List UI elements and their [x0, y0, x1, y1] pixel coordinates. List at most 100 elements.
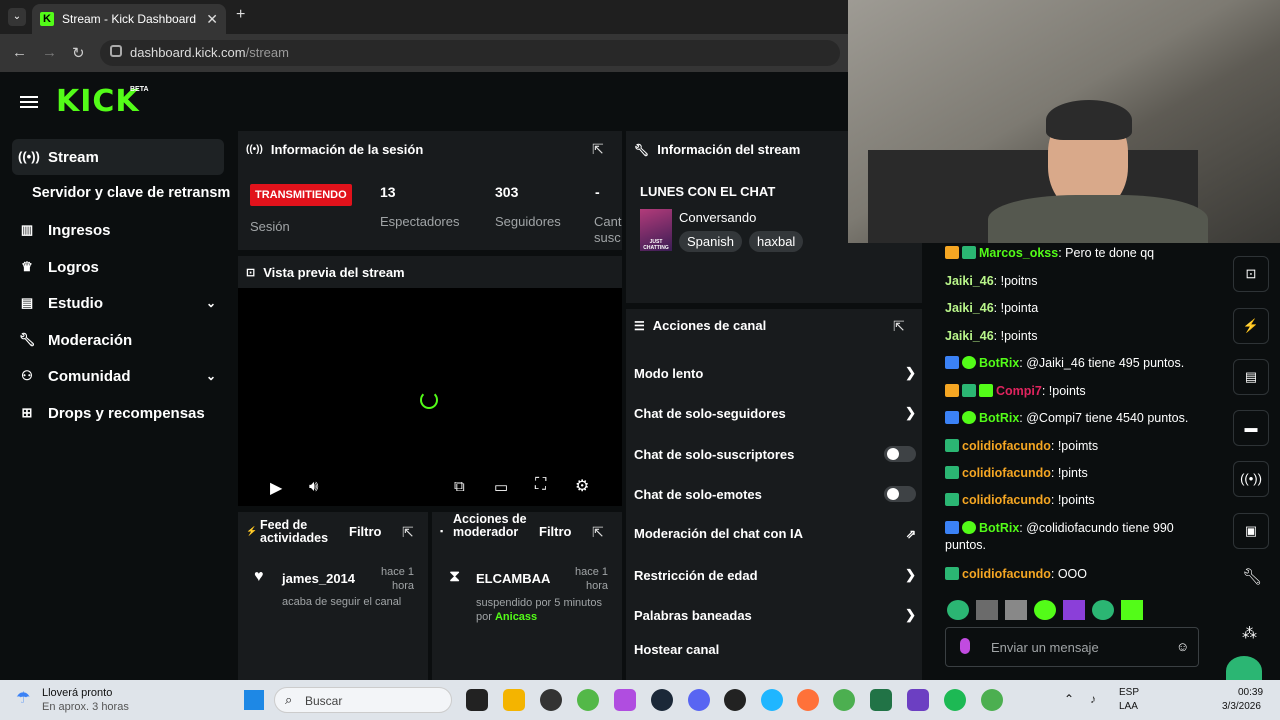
activity-filter-button[interactable]: Filtro	[349, 524, 382, 539]
taskbar-search[interactable]: ⌕ Buscar	[274, 687, 452, 713]
clock-time[interactable]: 00:39	[1238, 687, 1263, 698]
microphone-icon[interactable]	[960, 638, 970, 654]
action-ai-moderation[interactable]: Moderación del chat con IA ⇗	[634, 526, 916, 541]
emote-icon[interactable]	[1121, 600, 1143, 620]
sidebar-item-comunidad[interactable]: ⚇ Comunidad ⌄	[12, 358, 224, 394]
action-subs-only[interactable]: Chat de solo-suscriptores	[634, 446, 916, 462]
chat-username[interactable]: colidiofacundo	[962, 439, 1051, 453]
mod-user[interactable]: ELCAMBAA	[476, 571, 550, 586]
chat-username[interactable]: Jaiki_46	[945, 301, 994, 315]
steam-icon[interactable]	[651, 689, 673, 711]
sidebar-item-stream[interactable]: ((•)) Stream	[12, 139, 224, 175]
action-emotes-only[interactable]: Chat de solo-emotes	[634, 486, 916, 502]
emote-icon[interactable]	[1092, 600, 1114, 620]
notes-icon[interactable]: ▤	[1233, 359, 1269, 395]
emote-icon[interactable]	[1063, 600, 1085, 620]
tray-chevron-icon[interactable]: ⌃	[1064, 692, 1074, 706]
pip-icon[interactable]: ⧉	[454, 478, 465, 495]
app-icon[interactable]	[761, 689, 783, 711]
kick-logo[interactable]: KICK	[56, 84, 140, 119]
utorrent-icon[interactable]	[577, 689, 599, 711]
obs-icon[interactable]	[540, 689, 562, 711]
windows-start-icon[interactable]	[244, 690, 264, 710]
emote-icon[interactable]	[947, 600, 969, 620]
theater-icon[interactable]: ▭	[494, 478, 508, 496]
browser-tab[interactable]: K Stream - Kick Dashboard ✕	[32, 4, 226, 34]
modactions-filter-button[interactable]: Filtro	[539, 524, 572, 539]
sidebar-item-logros[interactable]: ♛ Logros	[12, 249, 224, 285]
spotify-icon[interactable]	[944, 689, 966, 711]
app-icon[interactable]	[907, 689, 929, 711]
popout-icon[interactable]: ⇱	[592, 141, 604, 158]
share-icon[interactable]: ⁂	[1242, 624, 1257, 642]
emoji-icon[interactable]: ☺	[1176, 639, 1189, 654]
weather-title[interactable]: Lloverá pronto	[42, 687, 112, 699]
excel-icon[interactable]	[870, 689, 892, 711]
emote-icon[interactable]	[976, 600, 998, 620]
chat-username[interactable]: Jaiki_46	[945, 329, 994, 343]
volume-icon[interactable]: 🔊︎	[309, 478, 318, 495]
category-thumbnail[interactable]: JUST CHATTING	[640, 209, 672, 251]
language-indicator[interactable]: ESP	[1119, 687, 1139, 698]
firefox-icon[interactable]	[797, 689, 819, 711]
file-explorer-icon[interactable]	[503, 689, 525, 711]
action-host-channel[interactable]: Hostear canal	[634, 642, 916, 657]
tab-search-icon[interactable]: ⌄	[8, 8, 26, 26]
sidebar-item-ingresos[interactable]: ▥ Ingresos	[12, 212, 224, 248]
category-name[interactable]: Conversando	[679, 210, 756, 225]
preview-rail-icon[interactable]: ⊡	[1233, 256, 1269, 292]
chat-username[interactable]: BotRix	[979, 521, 1019, 535]
chat-bubble-icon[interactable]: ▬	[1233, 410, 1269, 446]
chat-input[interactable]: Enviar un mensaje ☺	[945, 627, 1199, 667]
chevron-down-icon[interactable]: ⌄	[206, 369, 216, 383]
popout-icon[interactable]: ⇱	[893, 318, 905, 335]
new-tab-icon[interactable]: +	[236, 6, 245, 24]
subs-only-toggle[interactable]	[884, 446, 916, 462]
chat-username[interactable]: colidiofacundo	[962, 493, 1051, 507]
sidebar-item-moderacion[interactable]: 🔧︎ Moderación	[12, 322, 224, 358]
wrench-rail-icon[interactable]: 🔧︎	[1242, 567, 1262, 587]
chat-username[interactable]: Marcos_okss	[979, 246, 1058, 260]
action-age-restriction[interactable]: Restricción de edad ❯	[634, 567, 916, 583]
discord-icon[interactable]	[688, 689, 710, 711]
chat-username[interactable]: Jaiki_46	[945, 274, 994, 288]
broadcast-rail-icon[interactable]: ((•))	[1233, 461, 1269, 497]
emote-icon[interactable]	[1005, 600, 1027, 620]
emotes-only-toggle[interactable]	[884, 486, 916, 502]
action-followers-only[interactable]: Chat de solo-seguidores ❯	[634, 405, 916, 421]
back-icon[interactable]: ←	[12, 44, 27, 61]
app-icon[interactable]	[614, 689, 636, 711]
emote-icon[interactable]	[1034, 600, 1056, 620]
popout-icon[interactable]: ⇱	[402, 524, 414, 541]
chat-username[interactable]: Compi7	[996, 384, 1042, 398]
url-field[interactable]: dashboard.kick.com/stream	[100, 40, 840, 66]
fullscreen-icon[interactable]: ⛶	[535, 476, 546, 494]
settings-gear-icon[interactable]: ⚙	[575, 476, 589, 496]
mic-tray-icon[interactable]: ♪	[1090, 692, 1096, 706]
close-tab-icon[interactable]: ✕	[206, 11, 218, 28]
sidebar-item-server-key[interactable]: Servidor y clave de retransm	[26, 175, 240, 211]
forward-icon[interactable]: →	[42, 44, 57, 61]
action-banned-words[interactable]: Palabras baneadas ❯	[634, 607, 916, 623]
task-view-icon[interactable]	[466, 689, 488, 711]
mod-by-user[interactable]: Anicass	[495, 611, 537, 623]
app-icon[interactable]	[724, 689, 746, 711]
action-slow-mode[interactable]: Modo lento ❯	[634, 365, 916, 381]
chevron-down-icon[interactable]: ⌄	[206, 296, 216, 310]
sidebar-item-estudio[interactable]: ▤ Estudio ⌄	[12, 285, 224, 321]
reload-icon[interactable]: ↻	[72, 44, 85, 62]
chrome-icon[interactable]	[833, 689, 855, 711]
chat-username[interactable]: colidiofacundo	[962, 466, 1051, 480]
video-rail-icon[interactable]: ▣	[1233, 513, 1269, 549]
activity-user[interactable]: james_2014	[282, 571, 355, 586]
play-icon[interactable]: ▶	[270, 478, 282, 498]
chat-username[interactable]: colidiofacundo	[962, 567, 1051, 581]
chat-username[interactable]: BotRix	[979, 356, 1019, 370]
chrome-active-icon[interactable]	[981, 689, 1003, 711]
lightning-icon[interactable]: ⚡	[1233, 308, 1269, 344]
site-info-icon[interactable]	[110, 45, 122, 57]
sidebar-item-drops[interactable]: ⊞ Drops y recompensas	[12, 395, 224, 431]
menu-icon[interactable]	[20, 93, 38, 111]
popout-icon[interactable]: ⇱	[592, 524, 604, 541]
chat-username[interactable]: BotRix	[979, 411, 1019, 425]
